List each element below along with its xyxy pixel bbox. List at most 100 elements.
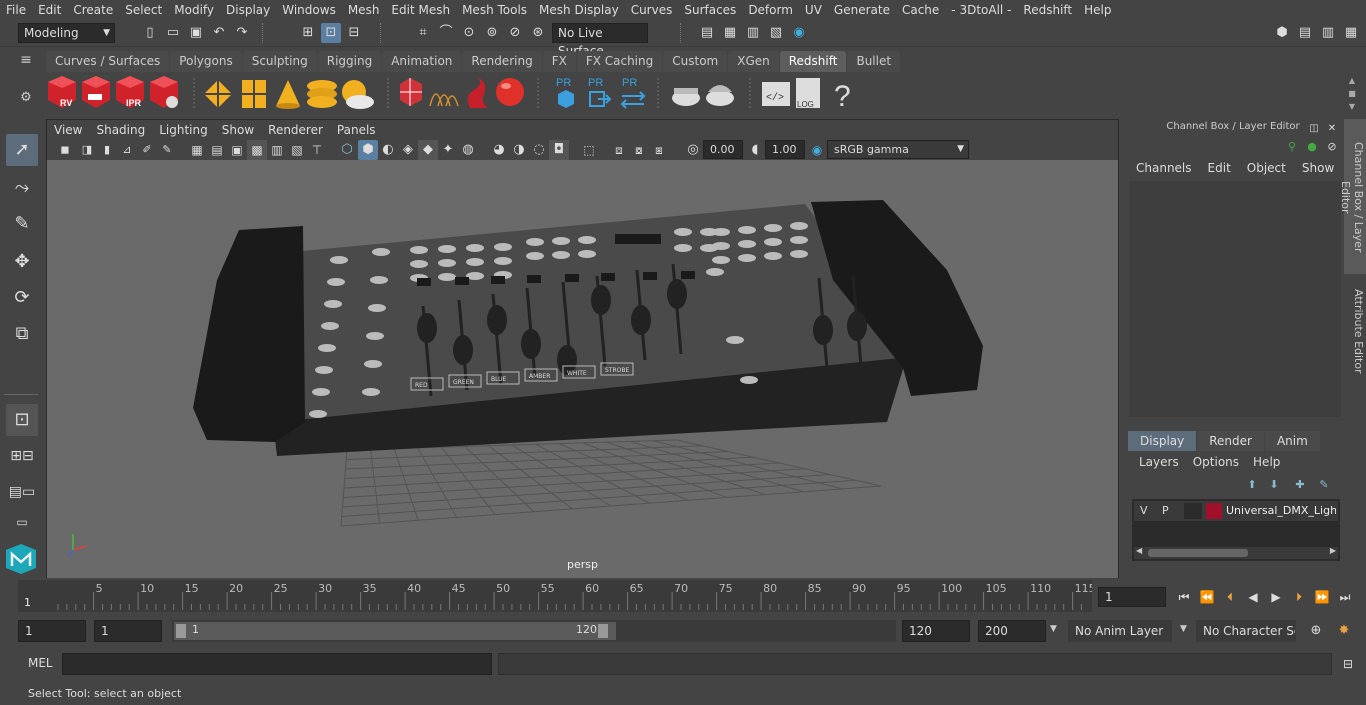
menu-item[interactable]: Modify bbox=[168, 0, 220, 20]
channel-box-menu-item[interactable]: Channels bbox=[1128, 161, 1200, 175]
character-set-select[interactable]: No Character Set bbox=[1196, 620, 1296, 642]
channel-list[interactable] bbox=[1129, 181, 1341, 417]
shelf-tab[interactable]: XGen bbox=[728, 51, 779, 72]
channel-box-menu-item[interactable]: Object bbox=[1239, 161, 1294, 175]
menu-item[interactable]: Mesh bbox=[342, 0, 386, 20]
layer-visibility-toggle[interactable]: V bbox=[1140, 504, 1148, 517]
log-icon[interactable]: LOG bbox=[796, 78, 820, 109]
menu-item[interactable]: Mesh Tools bbox=[456, 0, 533, 20]
depth-of-field-icon[interactable]: ◌ bbox=[529, 140, 549, 160]
xray-joints-icon[interactable]: ⧈ bbox=[609, 140, 629, 160]
menu-item[interactable]: Generate bbox=[828, 0, 896, 20]
bookmark-icon[interactable]: ▮ bbox=[97, 140, 117, 160]
scroll-right-icon[interactable]: ▶ bbox=[1330, 546, 1336, 555]
xray-icon[interactable]: ⬚ bbox=[579, 140, 599, 160]
layer-menu-item[interactable]: Layers bbox=[1132, 455, 1186, 469]
command-language-label[interactable]: MEL bbox=[28, 656, 53, 670]
grid-icon[interactable]: ▦ bbox=[187, 140, 207, 160]
layer-display-type[interactable] bbox=[1184, 503, 1202, 519]
range-end-grip[interactable] bbox=[598, 624, 608, 638]
play-forwards-icon[interactable]: ▶ bbox=[1266, 587, 1286, 607]
layer-menu-item[interactable]: Help bbox=[1246, 455, 1287, 469]
viewport-3d-view[interactable]: RED GREEN BLUE AMBER WHITE STROBE persp bbox=[47, 160, 1118, 578]
viewport-menu-item[interactable]: Panels bbox=[330, 123, 383, 137]
viewport-menu-item[interactable]: Lighting bbox=[152, 123, 215, 137]
sun-light-icon[interactable] bbox=[342, 80, 374, 109]
shelf-tab[interactable]: Rendering bbox=[462, 51, 542, 72]
image-plane-icon[interactable]: ⊿ bbox=[117, 140, 137, 160]
shelf-tab[interactable]: Sculpting bbox=[242, 51, 317, 72]
channel-box-side-tab[interactable]: Channel Box / Layer Editor bbox=[1339, 119, 1366, 274]
shelf-settings-icon[interactable]: ⚙ bbox=[16, 90, 36, 108]
textured-icon[interactable]: ◈ bbox=[398, 140, 418, 160]
outliner-icon[interactable]: ▥ bbox=[1318, 23, 1338, 43]
menu-item[interactable]: Mesh Display bbox=[533, 0, 625, 20]
resolution-gate-icon[interactable]: ▣ bbox=[227, 140, 247, 160]
snap-point-icon[interactable]: ⊙ bbox=[459, 23, 479, 43]
sphere-icon[interactable] bbox=[496, 78, 524, 106]
layer-playback-toggle[interactable]: P bbox=[1162, 504, 1169, 517]
new-layer-icon[interactable]: ✚ bbox=[1290, 475, 1310, 495]
float-panel-icon[interactable]: ◫ bbox=[1304, 119, 1324, 139]
spot-light-icon[interactable] bbox=[276, 80, 300, 109]
layer-menu-item[interactable]: Options bbox=[1186, 455, 1246, 469]
undo-icon[interactable]: ↶ bbox=[209, 23, 229, 43]
area-light-icon[interactable] bbox=[242, 80, 266, 108]
attribute-tool-icon[interactable]: ⊘ bbox=[1322, 137, 1342, 157]
film-gate-icon[interactable]: ▤ bbox=[207, 140, 227, 160]
render-settings-cube-icon[interactable] bbox=[150, 76, 178, 108]
grease-pencil-icon[interactable]: ✐ bbox=[137, 140, 157, 160]
viewport-menu-item[interactable]: Shading bbox=[89, 123, 152, 137]
viewport-menu-item[interactable]: View bbox=[47, 123, 89, 137]
render-frame-icon[interactable]: ▦ bbox=[720, 23, 740, 43]
hypershade-icon[interactable]: ◉ bbox=[789, 23, 809, 43]
color-space-select[interactable]: sRGB gamma ▼ bbox=[827, 140, 969, 159]
dome-light-icon[interactable] bbox=[307, 80, 337, 108]
lasso-tool-icon[interactable]: ⤳ bbox=[6, 172, 38, 204]
attribute-panel-icon[interactable]: ▦ bbox=[1341, 23, 1361, 43]
render-view-icon[interactable]: ▤ bbox=[697, 23, 717, 43]
select-object-icon[interactable]: ⊡ bbox=[321, 23, 341, 43]
menu-item[interactable]: Display bbox=[220, 0, 276, 20]
layer-tab[interactable]: Anim bbox=[1264, 431, 1320, 451]
wireframe-icon[interactable]: ⬡ bbox=[337, 140, 357, 160]
paint-select-tool-icon[interactable]: ✎ bbox=[6, 208, 38, 240]
menu-item[interactable]: Cache bbox=[896, 0, 945, 20]
menu-item[interactable]: Deform bbox=[742, 0, 799, 20]
scrollbar-thumb[interactable] bbox=[1148, 549, 1248, 557]
safe-title-icon[interactable]: ⊤ bbox=[307, 140, 327, 160]
wireframe-on-shaded-icon[interactable]: ◐ bbox=[378, 140, 398, 160]
animation-start-field[interactable]: 1 bbox=[18, 620, 86, 642]
move-layer-up-icon[interactable]: ⬆ bbox=[1242, 475, 1262, 495]
playback-end-field[interactable]: 120 bbox=[902, 620, 970, 642]
command-input[interactable] bbox=[62, 653, 492, 675]
script-editor-icon[interactable]: ⊟ bbox=[1338, 654, 1358, 674]
shelf-tab[interactable]: Rigging bbox=[317, 51, 382, 72]
viewport-menu-item[interactable]: Renderer bbox=[261, 123, 330, 137]
ipr-cube-icon[interactable]: IPR bbox=[116, 76, 144, 108]
smooth-shade-icon[interactable]: ⬢ bbox=[358, 140, 378, 160]
camera-select-icon[interactable]: ◼ bbox=[55, 140, 75, 160]
shelf-tab[interactable]: Redshift bbox=[779, 51, 847, 72]
gamma-field[interactable]: 1.00 bbox=[765, 140, 805, 159]
step-back-frame-icon[interactable]: ⏴ bbox=[1220, 587, 1240, 607]
layer-name[interactable]: Universal_DMX_Light_C bbox=[1226, 504, 1336, 517]
snap-curve-icon[interactable]: ⌒ bbox=[436, 23, 456, 43]
menu-item[interactable]: Windows bbox=[276, 0, 342, 20]
step-forward-frame-icon[interactable]: ⏵ bbox=[1289, 587, 1309, 607]
camera-attributes-icon[interactable]: ◨ bbox=[77, 140, 97, 160]
snap-view-icon[interactable]: ⊚ bbox=[482, 23, 502, 43]
layer-editor-tool-icon[interactable]: ● bbox=[1302, 137, 1322, 157]
color-management-icon[interactable]: ◉ bbox=[807, 140, 827, 160]
light-diamond-icon[interactable] bbox=[204, 80, 232, 108]
shelf-tab[interactable]: FX Caching bbox=[576, 51, 663, 72]
exposure-icon[interactable]: ◎ bbox=[683, 140, 703, 160]
menu-item[interactable]: Edit Mesh bbox=[385, 0, 456, 20]
shadows-icon[interactable]: ✦ bbox=[438, 140, 458, 160]
menu-item[interactable]: Redshift bbox=[1017, 0, 1078, 20]
new-scene-icon[interactable]: ▯ bbox=[140, 23, 160, 43]
pr-box-icon[interactable]: PR bbox=[556, 77, 574, 108]
single-perspective-icon[interactable]: ⊡ bbox=[6, 404, 38, 436]
play-backwards-icon[interactable]: ◀ bbox=[1243, 587, 1263, 607]
step-back-key-icon[interactable]: ⏪ bbox=[1197, 587, 1217, 607]
